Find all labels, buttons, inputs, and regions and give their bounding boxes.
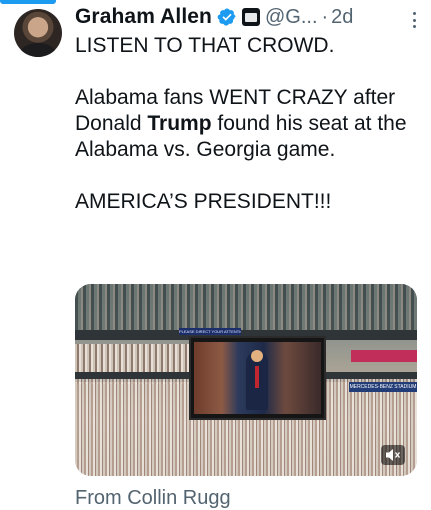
- timestamp[interactable]: 2d: [331, 6, 353, 29]
- volume-muted-icon[interactable]: [381, 445, 405, 465]
- tweet-paragraph-3: AMERICA’S PRESIDENT!!!: [75, 190, 332, 213]
- tweet-bold-word: Trump: [147, 112, 212, 135]
- tweet-paragraph-2: Alabama fans WENT CRAZY after Donald Tru…: [75, 85, 420, 163]
- tweet-text: LISTEN TO THAT CROWD. Alabama fans WENT …: [75, 33, 420, 215]
- jumbotron-banner: PLEASE DIRECT YOUR ATTENTION: [179, 328, 241, 335]
- source-attribution[interactable]: From Collin Rugg: [75, 487, 231, 510]
- more-options-icon[interactable]: [413, 12, 417, 28]
- tweet-line-1: LISTEN TO THAT CROWD.: [75, 34, 335, 57]
- jumbotron-person: [246, 350, 268, 410]
- avatar[interactable]: [14, 9, 62, 57]
- author-handle[interactable]: @G...: [265, 6, 318, 29]
- jumbotron-image: [194, 342, 321, 414]
- stadium-sign-text: MERCEDES-BENZ STADIUM: [349, 382, 417, 392]
- tweet[interactable]: Graham Allen @G... · 2d LISTEN TO THAT C…: [0, 0, 431, 509]
- stadium-upper-crowd: [75, 284, 417, 332]
- tweet-header: Graham Allen @G... · 2d: [75, 4, 421, 30]
- stadium-sign: [351, 350, 417, 362]
- video-media[interactable]: PLEASE DIRECT YOUR ATTENTION MERCEDES-BE…: [75, 284, 417, 476]
- author-name[interactable]: Graham Allen: [75, 5, 212, 29]
- separator-dot: ·: [321, 5, 329, 28]
- affiliate-badge-icon: [241, 8, 260, 26]
- verified-badge-icon: [217, 8, 236, 26]
- jumbotron-screen: [189, 336, 326, 420]
